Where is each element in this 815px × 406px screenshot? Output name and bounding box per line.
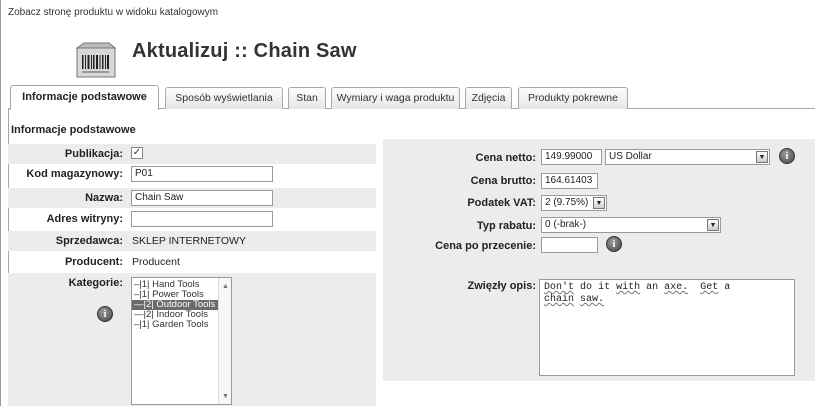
sku-input[interactable]: P01 [131,166,273,182]
description-word: axe. [664,282,689,293]
vat-value: 2 (9.75%) [545,197,589,208]
vat-label: Podatek VAT: [467,197,536,209]
name-label: Nazwa: [85,192,123,204]
publication-label: Publikacja: [64,148,123,160]
discount-type-value: 0 (-brak-) [545,219,587,230]
description-word: saw. [580,294,605,305]
page-title: Aktualizuj :: Chain Saw [132,40,357,62]
catalog-view-link[interactable]: Zobacz stronę produktu w widoku katalogo… [8,7,218,18]
manufacturer-row: Producent: Producent [8,252,376,272]
url-label: Adres witryny: [46,213,123,225]
discount-type-select[interactable]: 0 (-brak-) ▼ [541,217,721,233]
sale-price-label: Cena po przecenie: [435,240,536,252]
categories-scrollbar[interactable]: ▲ ▼ [218,278,231,404]
url-row: Adres witryny: [8,209,376,229]
short-description-textarea[interactable]: Don't do it with an axe. Get a chain saw… [539,279,795,376]
manufacturer-label: Producent: [64,256,123,268]
sku-label: Kod magazynowy: [26,168,123,180]
description-word: it [598,282,611,293]
chevron-down-icon[interactable]: ▼ [756,151,768,163]
tab-basic-info[interactable]: Informacje podstawowe [10,85,159,110]
tab-stock[interactable]: Stan [288,87,326,109]
sale-price-info-icon[interactable]: i [606,236,622,252]
tab-photos[interactable]: Zdjęcia [465,87,512,109]
gross-price-label: Cena brutto: [470,175,536,187]
manufacturer-value: Producent [132,256,180,268]
sku-row: Kod magazynowy: P01 [8,164,376,184]
tab-dimensions-weight[interactable]: Wymiary i waga produktu [331,87,460,109]
chevron-down-icon[interactable]: ▼ [707,219,719,231]
scroll-up-icon[interactable]: ▲ [222,283,229,290]
currency-value: US Dollar [609,151,652,162]
description-line-1: Don't do it with an axe. Get a [544,282,790,294]
tab-related-products[interactable]: Produkty pokrewne [518,87,628,109]
category-item[interactable]: –|1| Garden Tools [132,320,231,330]
description-word: chain [544,294,575,305]
description-word: a [724,282,731,293]
description-word: with [616,282,641,293]
description-word: an [646,282,659,293]
currency-select[interactable]: US Dollar ▼ [605,149,770,165]
name-input[interactable]: Chain Saw [131,190,273,206]
seller-value: SKLEP INTERNETOWY [132,235,246,247]
description-line-2: chain saw. [544,294,790,306]
chevron-down-icon[interactable]: ▼ [593,197,605,209]
description-word: Get [700,282,719,293]
url-input[interactable] [131,211,273,227]
description-word: do [580,282,593,293]
categories-label: Kategorie: [68,277,123,289]
tab-bar: Informacje podstawowe Sposób wyświetlani… [8,85,815,110]
price-info-icon[interactable]: i [779,148,795,164]
publication-row: Publikacja: ✓ [8,144,376,164]
seller-row: Sprzedawca: SKLEP INTERNETOWY [8,231,376,251]
description-word: Don't [544,282,575,293]
publication-checkbox[interactable]: ✓ [131,147,143,159]
discount-type-label: Typ rabatu: [476,220,536,232]
sale-price-input[interactable] [541,237,598,253]
categories-listbox[interactable]: –|1| Hand Tools –|1| Power Tools —|2| Ou… [131,277,232,405]
window-border [0,0,1,406]
gross-price-field[interactable]: 164.61403 [541,173,598,189]
categories-info-icon[interactable]: i [97,306,113,322]
name-row: Nazwa: Chain Saw [8,188,376,208]
scroll-down-icon[interactable]: ▼ [222,393,229,400]
short-description-label: Zwięzły opis: [467,280,536,292]
net-price-input[interactable]: 149.99000 [541,149,602,165]
section-title: Informacje podstawowe [11,124,136,136]
net-price-label: Cena netto: [475,152,537,164]
vat-select[interactable]: 2 (9.75%) ▼ [541,195,607,211]
seller-label: Sprzedawca: [55,235,123,247]
tab-display-mode[interactable]: Sposób wyświetlania [165,87,283,109]
product-box-icon [76,42,116,78]
